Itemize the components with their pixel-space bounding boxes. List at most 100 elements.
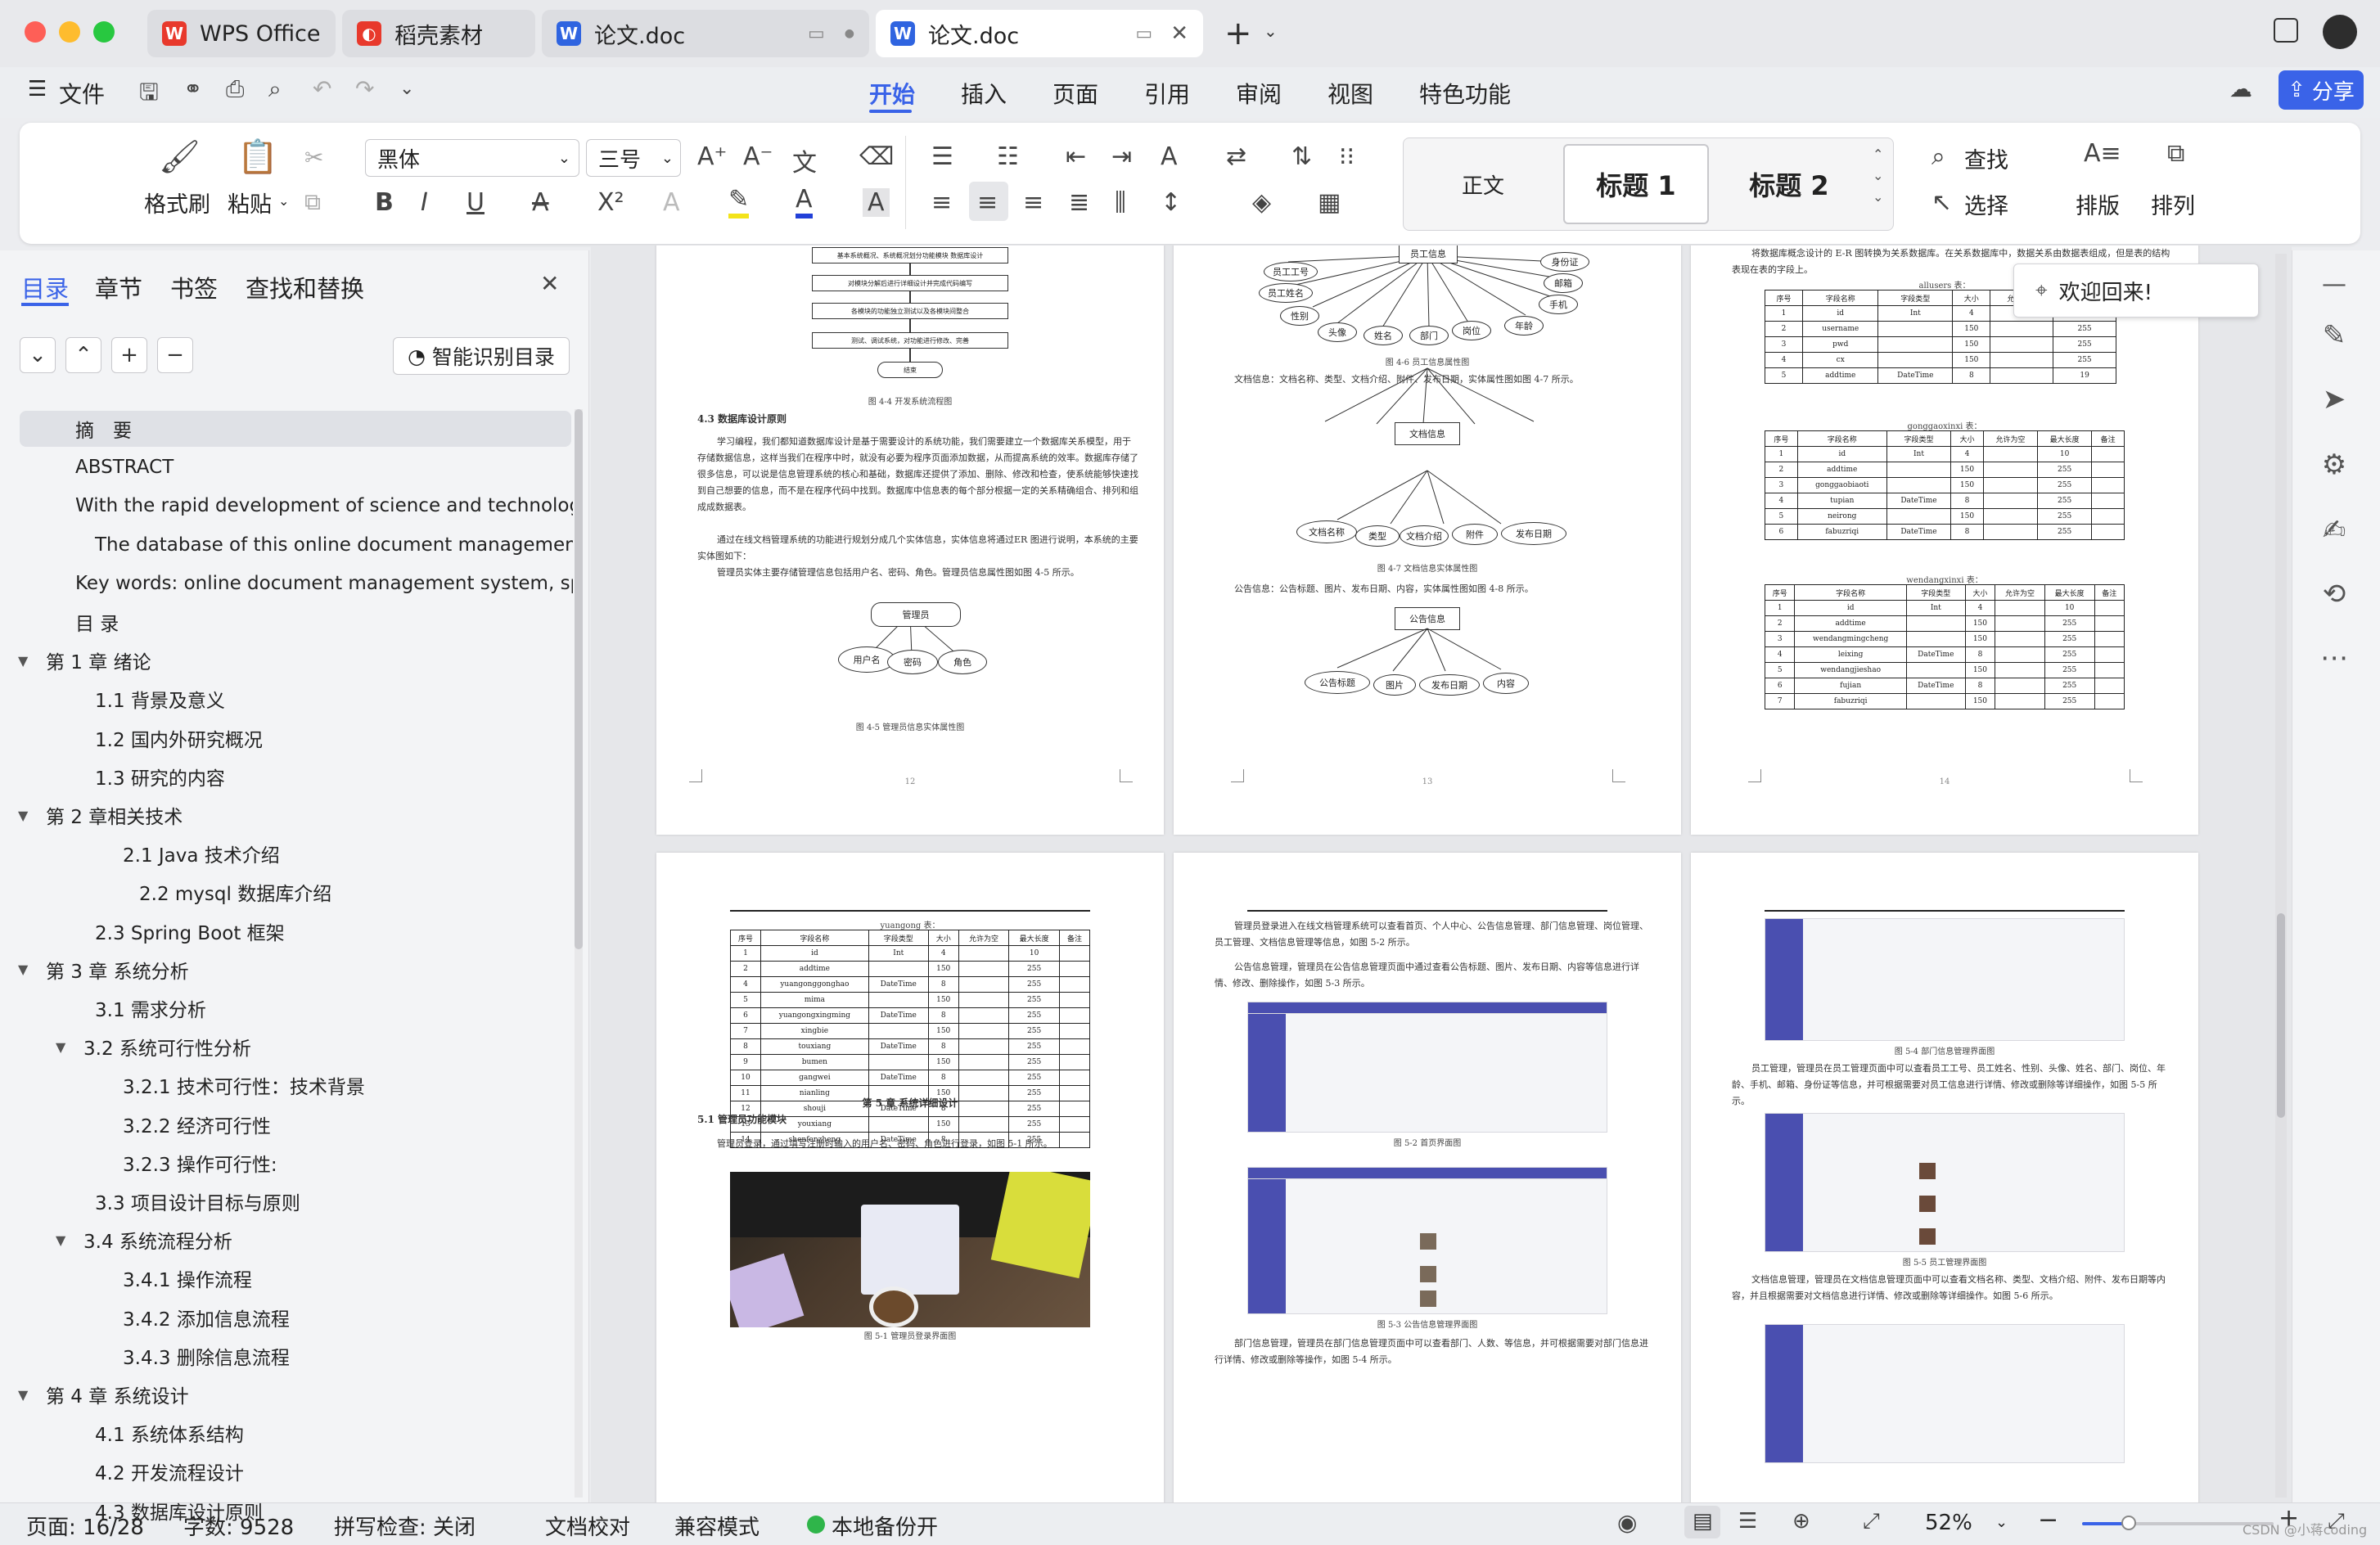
- undo-icon[interactable]: ↶: [313, 75, 331, 102]
- page-14[interactable]: 将数据库概念设计的 E-R 图转换为关系数据库。在关系数据库中，数据关系由数据表…: [1691, 245, 2198, 835]
- toc-item[interactable]: 1.2 国内外研究概况: [0, 720, 573, 756]
- tab-sections[interactable]: 章节: [95, 270, 142, 304]
- expand-arrow-icon[interactable]: ▼: [56, 1232, 72, 1248]
- tab-thesis-doc-2[interactable]: W 论文.doc ▭ ✕: [876, 10, 1203, 57]
- share-button[interactable]: ⇪ 分享: [2279, 70, 2364, 110]
- remove-heading-button[interactable]: −: [157, 337, 193, 373]
- hamburger-icon[interactable]: ☰: [28, 77, 47, 101]
- toc-item[interactable]: 3.2.3 操作可行性:: [0, 1145, 573, 1181]
- sidebar-toggle-icon[interactable]: [2274, 18, 2298, 43]
- copy-icon[interactable]: ⧉: [304, 188, 321, 216]
- doc-scrollbar[interactable]: [2275, 254, 2287, 1498]
- web-view-icon[interactable]: ⊕: [1792, 1509, 1810, 1534]
- fit-page-icon[interactable]: ⤢: [1863, 1509, 1880, 1534]
- pen-icon[interactable]: ✎: [2316, 319, 2352, 352]
- numbered-list-icon[interactable]: ☷: [997, 142, 1019, 171]
- superscript-icon[interactable]: X²: [597, 188, 624, 217]
- chevron-down-icon[interactable]: ⌄: [399, 79, 414, 99]
- cut-icon[interactable]: ✂: [304, 144, 323, 171]
- typeset-icon[interactable]: A≡: [2084, 139, 2121, 168]
- phonetic-guide-icon[interactable]: 文: [792, 142, 817, 178]
- print-preview-icon[interactable]: ⌕: [268, 75, 282, 103]
- distribute-icon[interactable]: ⫼: [1115, 188, 1126, 217]
- tab-home[interactable]: 开始: [869, 77, 915, 110]
- format-painter-icon[interactable]: 🖌: [159, 137, 201, 176]
- collapse-all-button[interactable]: ⌄: [20, 337, 56, 373]
- share-link-icon[interactable]: ⚭: [183, 75, 202, 102]
- expand-arrow-icon[interactable]: ▼: [18, 962, 34, 977]
- toc-item[interactable]: 3.1 需求分析: [0, 990, 573, 1026]
- sort-icon[interactable]: ⇅: [1291, 142, 1312, 171]
- toc-item[interactable]: 2.1 Java 技术介绍: [0, 836, 573, 872]
- add-heading-button[interactable]: +: [111, 337, 147, 373]
- toc-item[interactable]: 3.2.1 技术可行性：技术背景: [0, 1067, 573, 1103]
- italic-icon[interactable]: I: [421, 188, 428, 217]
- page-17[interactable]: 图 5-4 部门信息管理界面图 员工管理，管理员在员工管理页面中可以查看员工工号…: [1691, 853, 2198, 1502]
- local-backup-toggle[interactable]: 本地备份开: [832, 1511, 938, 1541]
- tab-view[interactable]: 视图: [1327, 77, 1373, 110]
- tab-special-features[interactable]: 特色功能: [1419, 77, 1511, 110]
- sign-icon[interactable]: ✍: [2316, 514, 2352, 547]
- select-button[interactable]: 选择: [1964, 188, 2008, 220]
- text-effect-icon[interactable]: A: [663, 188, 680, 217]
- toc-item[interactable]: ▼ 3.4 系统流程分析: [0, 1222, 573, 1258]
- maximize-window-button[interactable]: [93, 21, 115, 43]
- highlight-icon[interactable]: ✎: [728, 185, 750, 218]
- tab-thesis-doc-1[interactable]: W 论文.doc ▭ ●: [542, 10, 869, 57]
- toc-item[interactable]: The database of this online document man…: [0, 527, 573, 563]
- toc-item[interactable]: 2.2 mysql 数据库介绍: [0, 874, 573, 910]
- tab-references[interactable]: 引用: [1144, 77, 1190, 110]
- justify-icon[interactable]: ≣: [1069, 188, 1089, 217]
- strikethrough-icon[interactable]: A: [532, 188, 549, 217]
- search-icon[interactable]: ⌕: [1931, 142, 1945, 171]
- close-window-button[interactable]: [25, 21, 46, 43]
- tab-insert[interactable]: 插入: [961, 77, 1007, 110]
- increase-font-icon[interactable]: A⁺: [697, 142, 727, 171]
- toc-item[interactable]: 3.4.3 删除信息流程: [0, 1338, 573, 1374]
- minimize-window-button[interactable]: [59, 21, 80, 43]
- find-button[interactable]: 查找: [1964, 142, 2008, 174]
- avatar[interactable]: [2323, 15, 2357, 49]
- redo-icon[interactable]: ↷: [355, 75, 374, 102]
- tab-find-replace[interactable]: 查找和替换: [246, 270, 364, 304]
- tab-wps-office[interactable]: W WPS Office: [147, 10, 336, 57]
- arrange-button[interactable]: 排列: [2151, 188, 2195, 220]
- zoom-slider-handle[interactable]: [2121, 1516, 2136, 1530]
- close-icon[interactable]: ✕: [540, 270, 559, 297]
- welcome-back-popup[interactable]: ⌖ 欢迎回来!: [2013, 264, 2259, 318]
- clear-format-icon[interactable]: ⌫: [859, 142, 894, 171]
- outline-view-icon[interactable]: ☰: [1738, 1509, 1757, 1534]
- expand-arrow-icon[interactable]: ▼: [56, 1039, 72, 1055]
- style-scroll-icon[interactable]: ⌃ ⌄ ⌄: [1873, 144, 1883, 208]
- chevron-down-icon[interactable]: ⌄: [1995, 1514, 2008, 1531]
- tab-toc[interactable]: 目录: [21, 270, 69, 304]
- underline-icon[interactable]: U: [467, 188, 485, 217]
- toc-item[interactable]: With the rapid development of science an…: [0, 488, 573, 524]
- align-left-icon[interactable]: ≡: [931, 188, 952, 217]
- paste-button[interactable]: 粘贴: [228, 187, 272, 218]
- toc-item[interactable]: 3.2.2 经济可行性: [0, 1106, 573, 1142]
- borders-icon[interactable]: ▦: [1318, 188, 1341, 217]
- text-direction-icon[interactable]: ⇄: [1226, 142, 1246, 171]
- file-menu[interactable]: 文件: [59, 77, 105, 110]
- more-icon[interactable]: ⋯: [2316, 642, 2352, 674]
- toc-item[interactable]: ▼ 第 2 章相关技术: [0, 797, 573, 833]
- close-tab-icon[interactable]: ✕: [1170, 21, 1188, 46]
- minimize-panel-icon[interactable]: —: [2316, 270, 2352, 299]
- document-canvas[interactable]: 图 4-4 开发系统流程图 4.3 数据库设计原则 学习编程，我们都知道数据库设…: [591, 245, 2292, 1502]
- style-heading-1[interactable]: 标题 1: [1563, 144, 1709, 224]
- toc-item[interactable]: ABSTRACT: [0, 449, 573, 485]
- page-12[interactable]: 图 4-4 开发系统流程图 4.3 数据库设计原则 学习编程，我们都知道数据库设…: [656, 245, 1164, 835]
- font-name-select[interactable]: 黑体 ⌄: [365, 139, 579, 177]
- doc-scrollbar-thumb[interactable]: [2277, 913, 2285, 1118]
- layout-button[interactable]: 排版: [2076, 188, 2120, 220]
- tab-bookmarks[interactable]: 书签: [170, 270, 218, 304]
- align-center-icon[interactable]: ≡: [977, 188, 998, 217]
- tab-review[interactable]: 审阅: [1236, 77, 1282, 110]
- toc-item[interactable]: 3.3 项目设计目标与原则: [0, 1183, 573, 1219]
- bullet-list-icon[interactable]: ☰: [931, 142, 953, 171]
- font-color-icon[interactable]: A: [796, 185, 813, 218]
- toc-item[interactable]: ▼ 第 1 章 绪论: [0, 642, 573, 678]
- toc-item[interactable]: 目 录: [0, 604, 573, 640]
- show-marks-icon[interactable]: ⁝⁝: [1339, 142, 1355, 171]
